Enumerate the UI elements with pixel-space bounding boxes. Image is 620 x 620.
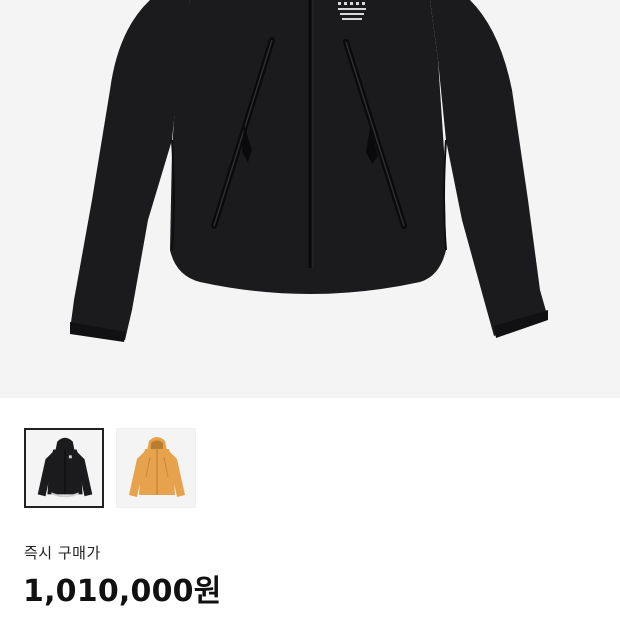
price-value: 1,010,000원 — [23, 574, 222, 609]
product-main-image[interactable] — [0, 0, 620, 398]
black-jacket-icon — [37, 437, 93, 498]
product-detail-page: 즉시 구매가 1,010,000원 — [0, 0, 620, 620]
jacket-icon — [70, 0, 548, 342]
color-option-thumbnails — [24, 428, 196, 508]
black-jacket-thumbnail[interactable] — [24, 428, 104, 508]
orange-jacket-thumbnail[interactable] — [116, 428, 196, 508]
orange-jacket-icon — [129, 437, 185, 497]
price-label: 즉시 구매가 — [24, 544, 101, 562]
